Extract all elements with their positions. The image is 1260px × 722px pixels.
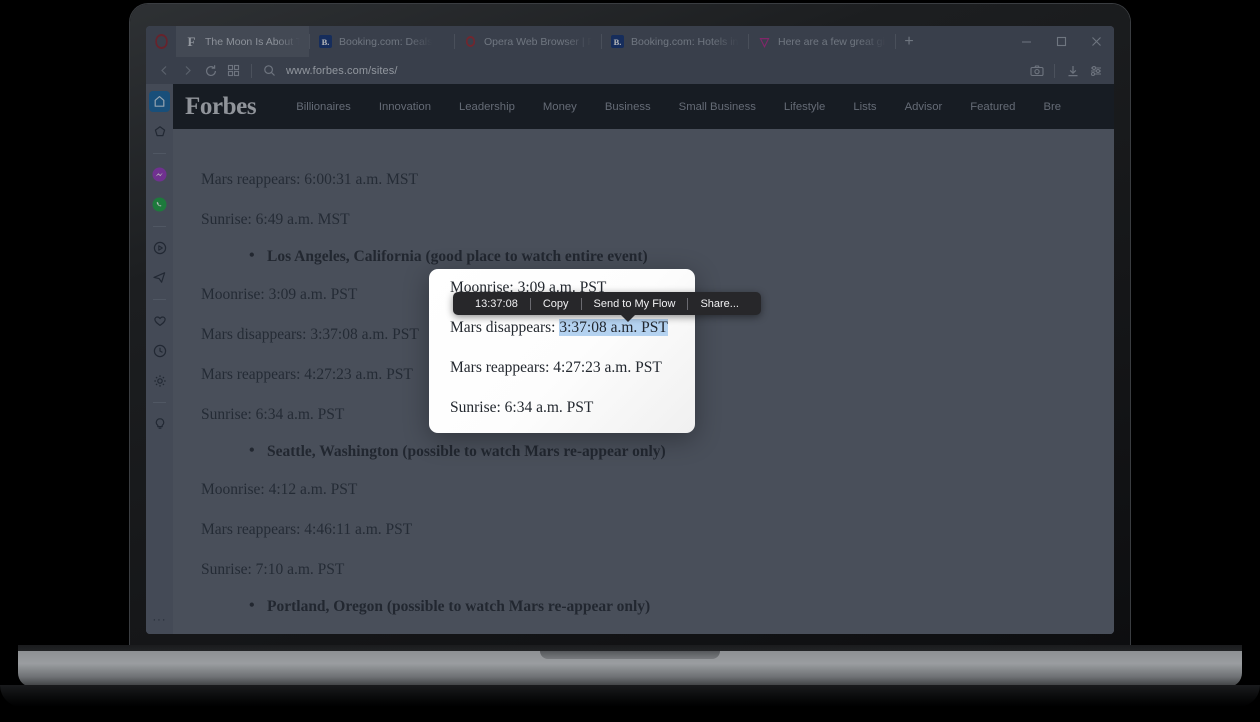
laptop-screen: F The Moon Is About To 'Eat' M B. Bookin…	[146, 26, 1114, 634]
nav-item-breaking[interactable]: Bre	[1029, 101, 1075, 113]
nav-item-money[interactable]: Money	[529, 101, 591, 113]
download-icon[interactable]	[1062, 60, 1083, 81]
new-tab-button[interactable]: +	[896, 26, 922, 57]
heart-icon[interactable]	[149, 310, 170, 331]
article-line: Moonrise: 4:12 a.m. PST	[201, 481, 358, 498]
sidebar-divider	[153, 299, 166, 300]
browser-tab[interactable]: B. Booking.com: Deals	[310, 26, 454, 57]
opera-o-icon	[464, 35, 477, 48]
ctx-share-button[interactable]: Share...	[688, 298, 751, 310]
ctx-menu-pointer	[620, 314, 636, 322]
laptop-foot	[0, 685, 1260, 707]
tab-title: The Moon Is About To 'Eat' M	[205, 35, 300, 48]
nav-item-small-business[interactable]: Small Business	[665, 101, 770, 113]
article-bullet-seattle: Seattle, Washington (possible to watch M…	[249, 442, 666, 461]
forbes-f-icon: F	[187, 33, 196, 49]
tab-title: Booking.com: Deals	[339, 35, 433, 48]
easy-setup-sliders-icon[interactable]	[1085, 60, 1106, 81]
nav-item-featured[interactable]: Featured	[956, 101, 1029, 113]
camera-snapshot-icon[interactable]	[1026, 60, 1047, 81]
vivino-v-icon: ▽	[759, 34, 770, 49]
popup-line: Mars reappears: 4:27:23 a.m. PST	[450, 359, 662, 376]
browser-tab[interactable]: Opera Web Browser | Faster,	[455, 26, 601, 57]
address-bar-actions	[1026, 60, 1106, 81]
back-button[interactable]	[154, 60, 175, 81]
forbes-logo[interactable]: Forbes	[185, 93, 257, 121]
article-line: Mars reappears: 6:00:31 a.m. MST	[201, 171, 418, 188]
address-divider	[251, 63, 252, 78]
whatsapp-icon[interactable]	[149, 194, 170, 215]
article-line: Mars reappears: 4:27:23 a.m. PST	[201, 366, 413, 383]
home-icon[interactable]	[149, 91, 170, 112]
tab-title: Opera Web Browser | Faster,	[484, 35, 592, 48]
sidebar-divider	[153, 226, 166, 227]
forward-button[interactable]	[177, 60, 198, 81]
booking-b-icon: B.	[611, 35, 624, 48]
popup-line: Sunrise: 6:34 a.m. PST	[450, 399, 594, 416]
article-line: Sunrise: 6:34 a.m. PST	[201, 406, 345, 423]
history-clock-icon[interactable]	[149, 340, 170, 361]
selection-context-menu: 13:37:08 Copy Send to My Flow Share...	[453, 292, 761, 315]
url-input[interactable]: www.forbes.com/sites/	[286, 65, 398, 77]
article-bullet-los-angeles: Los Angeles, California (good place to w…	[249, 247, 648, 266]
article-line: Mars disappears: 3:37:08 a.m. PST	[201, 326, 419, 343]
messenger-icon[interactable]	[149, 164, 170, 185]
pentagon-star-icon[interactable]	[149, 121, 170, 142]
ctx-time-value: 13:37:08	[475, 297, 518, 310]
site-navbar: Forbes Billionaires Innovation Leadershi…	[173, 84, 1114, 129]
gear-icon[interactable]	[149, 370, 170, 391]
ctx-copy-button[interactable]: Copy	[531, 298, 581, 310]
article-line: Sunrise: 7:10 a.m. PST	[201, 561, 345, 578]
selected-text[interactable]: 3:37:08 a.m. PST	[559, 319, 668, 336]
opera-sidebar: ···	[146, 84, 173, 634]
laptop-scene: F The Moon Is About To 'Eat' M B. Bookin…	[0, 0, 1260, 722]
laptop-base-notch	[540, 651, 720, 659]
minimize-button[interactable]	[1009, 26, 1044, 57]
reload-button[interactable]	[200, 60, 221, 81]
nav-item-billionaires[interactable]: Billionaires	[282, 101, 365, 113]
player-icon[interactable]	[149, 237, 170, 258]
sidebar-divider	[153, 402, 166, 403]
window-controls	[1009, 26, 1114, 57]
tab-title: Booking.com: Hotels in Tokyo	[631, 35, 739, 48]
browser-tab[interactable]: ▽ Here are a few great gifts	[749, 26, 895, 57]
opera-logo-icon[interactable]	[146, 26, 176, 57]
nav-item-leadership[interactable]: Leadership	[445, 101, 529, 113]
sidebar-divider	[153, 153, 166, 154]
address-bar: www.forbes.com/sites/	[146, 57, 1114, 84]
popup-line-prefix: Mars disappears:	[450, 319, 560, 336]
search-icon[interactable]	[259, 60, 280, 81]
maximize-button[interactable]	[1044, 26, 1079, 57]
nav-item-innovation[interactable]: Innovation	[365, 101, 445, 113]
browser-tab[interactable]: F The Moon Is About To 'Eat' M	[176, 26, 309, 57]
booking-b-icon: B.	[319, 35, 332, 48]
article-line: Sunrise: 6:49 a.m. MST	[201, 211, 350, 228]
lightbulb-icon[interactable]	[149, 413, 170, 434]
tab-strip: F The Moon Is About To 'Eat' M B. Bookin…	[146, 26, 1114, 57]
sidebar-more-button[interactable]: ···	[153, 614, 167, 626]
nav-item-lifestyle[interactable]: Lifestyle	[770, 101, 839, 113]
tab-title: Here are a few great gifts	[778, 35, 886, 48]
article-bullet-portland: Portland, Oregon (possible to watch Mars…	[249, 597, 650, 616]
nav-item-business[interactable]: Business	[591, 101, 665, 113]
nav-item-lists[interactable]: Lists	[839, 101, 890, 113]
tab-grid-icon[interactable]	[223, 60, 244, 81]
ctx-send-to-my-flow-button[interactable]: Send to My Flow	[582, 298, 688, 310]
actions-divider	[1054, 63, 1055, 78]
close-button[interactable]	[1079, 26, 1114, 57]
telegram-icon[interactable]	[149, 267, 170, 288]
nav-item-advisor[interactable]: Advisor	[891, 101, 957, 113]
browser-tab[interactable]: B. Booking.com: Hotels in Tokyo	[602, 26, 748, 57]
article-line: Mars reappears: 4:46:11 a.m. PST	[201, 521, 413, 538]
article-line: Moonrise: 3:09 a.m. PST	[201, 286, 358, 303]
opera-browser-window: F The Moon Is About To 'Eat' M B. Bookin…	[146, 26, 1114, 634]
